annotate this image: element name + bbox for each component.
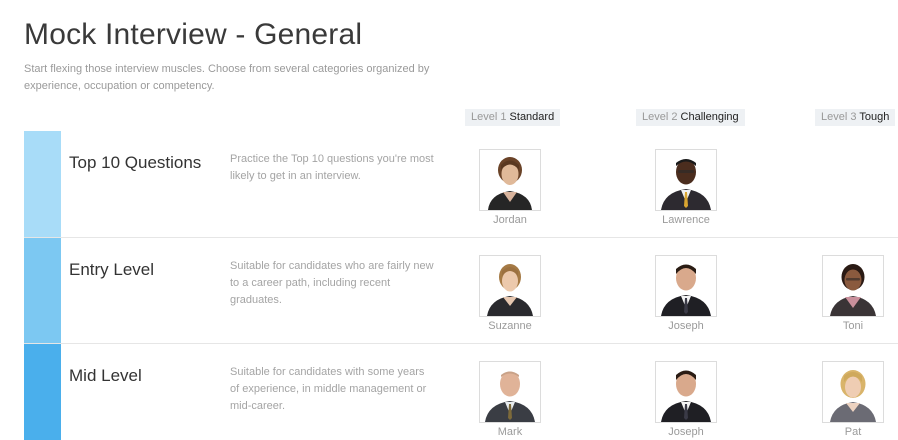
interviewer-name: Pat [844, 426, 862, 438]
level-2-name: Challenging [680, 111, 739, 123]
category-description: Suitable for candidates who are fairly n… [230, 260, 434, 306]
interviewer-name: Jordan [493, 214, 527, 226]
interviewer-photo[interactable] [479, 361, 541, 423]
interviewer-name: Suzanne [488, 320, 532, 332]
level-1-header: Level 1 Standard [465, 109, 561, 126]
category-row-top-10[interactable]: Top 10 Questions Practice the Top 10 que… [24, 131, 898, 237]
interviewer-photo[interactable] [655, 255, 717, 317]
level-3-header: Level 3 Tough [815, 109, 896, 126]
interviewer-photo[interactable] [655, 149, 717, 211]
interviewer-name: Toni [842, 320, 864, 332]
interviewer-photo[interactable] [822, 255, 884, 317]
category-stripe [24, 131, 61, 237]
interviewer-pat[interactable]: Pat [822, 361, 884, 438]
level-2-prefix: Level 2 [642, 111, 678, 123]
interviewer-name: Mark [497, 426, 523, 438]
category-description: Suitable for candidates with some years … [230, 366, 427, 412]
interviewer-name: Lawrence [662, 214, 710, 226]
interviewer-photo[interactable] [479, 149, 541, 211]
interviewer-joseph[interactable]: Joseph [655, 361, 717, 438]
interviewer-name: Joseph [668, 426, 704, 438]
category-row-mid-level[interactable]: Mid Level Suitable for candidates with s… [24, 343, 898, 440]
interviewer-lawrence[interactable]: Lawrence [655, 149, 717, 226]
category-title[interactable]: Mid Level [69, 366, 142, 386]
category-title[interactable]: Top 10 Questions [69, 153, 201, 173]
interviewer-photo[interactable] [479, 255, 541, 317]
page-subtitle: Start flexing those interview muscles. C… [24, 63, 430, 92]
category-description: Practice the Top 10 questions you're mos… [230, 153, 434, 182]
interviewer-jordan[interactable]: Jordan [479, 149, 541, 226]
category-row-entry-level[interactable]: Entry Level Suitable for candidates who … [24, 237, 898, 344]
category-stripe [24, 238, 61, 344]
category-title[interactable]: Entry Level [69, 260, 154, 280]
interviewer-joseph[interactable]: Joseph [655, 255, 717, 332]
interviewer-mark[interactable]: Mark [479, 361, 541, 438]
interviewer-toni[interactable]: Toni [822, 255, 884, 332]
level-1-prefix: Level 1 [471, 111, 507, 123]
category-stripe [24, 344, 61, 440]
interviewer-suzanne[interactable]: Suzanne [479, 255, 541, 332]
level-3-prefix: Level 3 [821, 111, 857, 123]
interviewer-name: Joseph [668, 320, 704, 332]
page-title: Mock Interview - General [24, 18, 363, 51]
interviewer-photo[interactable] [655, 361, 717, 423]
interviewer-photo[interactable] [822, 361, 884, 423]
level-1-name: Standard [509, 111, 555, 123]
level-2-header: Level 2 Challenging [636, 109, 745, 126]
level-3-name: Tough [859, 111, 890, 123]
